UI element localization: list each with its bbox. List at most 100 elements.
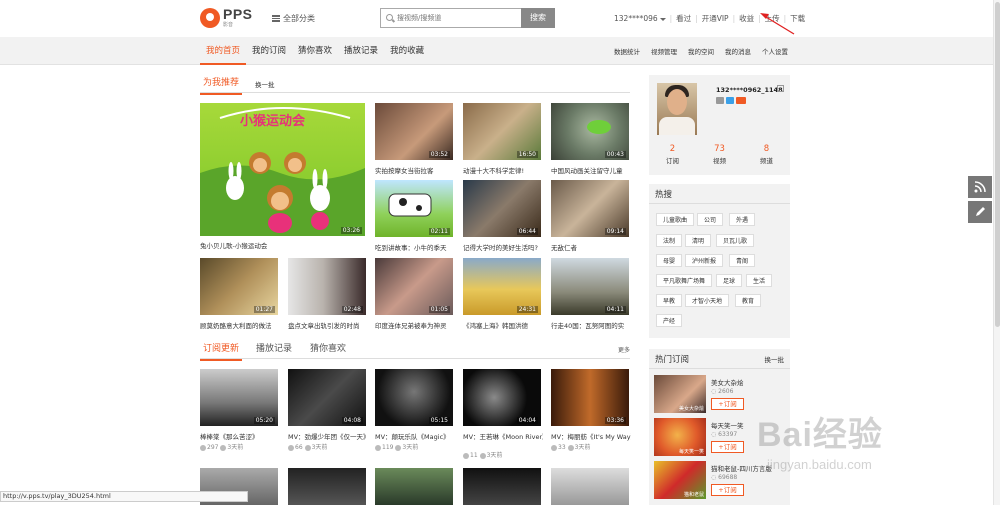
tab-subscription-updates[interactable]: 订阅更新 xyxy=(200,343,243,361)
vip-link[interactable]: 开通VIP xyxy=(702,13,729,24)
change-batch-button[interactable]: 换一批 xyxy=(765,354,785,364)
video-thumb[interactable]: 06:44 xyxy=(463,180,541,237)
video-caption[interactable]: 中国风动画关注留守儿童 xyxy=(551,165,631,175)
featured-video-thumb[interactable]: 小猴运动会 03:26 xyxy=(200,103,365,236)
hot-tag[interactable]: 贝瓦儿歌 xyxy=(716,234,755,247)
video-caption[interactable]: 印度连体兄弟被奉为神灵 xyxy=(375,320,455,330)
avatar[interactable] xyxy=(657,83,697,135)
cartoon-art: 小猴运动会 xyxy=(200,107,365,236)
all-categories-button[interactable]: 全部分类 xyxy=(272,13,315,24)
earnings-link[interactable]: 收益 xyxy=(739,13,754,24)
data-stats-link[interactable]: 数据统计 xyxy=(614,46,640,56)
my-space-link[interactable]: 我的空间 xyxy=(688,46,714,56)
edit-icon[interactable] xyxy=(777,85,784,92)
tab-guess-you-like[interactable]: 猜你喜欢 xyxy=(292,37,338,65)
hot-tag[interactable]: 平凡歌舞广场舞 xyxy=(656,274,713,287)
video-caption[interactable]: MV：颠玩乐队《Magic》 xyxy=(375,431,455,441)
subscription-name[interactable]: 猫和老鼠-四川方言版 xyxy=(711,463,772,473)
video-thumb[interactable] xyxy=(551,468,629,505)
hot-tag[interactable]: 法制 xyxy=(656,234,683,247)
hot-tag[interactable]: 外遇 xyxy=(729,213,756,226)
hot-tag[interactable]: 足球 xyxy=(716,274,743,287)
my-messages-link[interactable]: 我的消息 xyxy=(725,46,751,56)
video-thumb[interactable]: 02:48 xyxy=(288,258,366,315)
video-thumb[interactable]: 09:14 xyxy=(551,180,629,237)
video-thumb[interactable]: 03:36 xyxy=(551,369,629,426)
subscribe-button[interactable]: +订阅 xyxy=(711,398,744,410)
tab-guess-like[interactable]: 猜你喜欢 xyxy=(310,343,346,356)
video-thumb[interactable]: 04:04 xyxy=(463,369,541,426)
video-thumb[interactable]: 04:08 xyxy=(288,369,366,426)
refresh-button[interactable]: 换一批 xyxy=(255,79,275,89)
hot-tag[interactable]: 公司 xyxy=(697,213,724,226)
video-caption[interactable]: 棒棒棠《那么苦涩》 xyxy=(200,431,280,441)
hot-tag[interactable]: 教育 xyxy=(735,294,762,307)
video-caption[interactable]: 无敌仁者 xyxy=(551,242,631,252)
video-thumb[interactable] xyxy=(463,468,541,505)
video-thumb[interactable]: 16:50 xyxy=(463,103,541,160)
subscription-name[interactable]: 美女大杂烩 xyxy=(711,377,744,387)
settings-link[interactable]: 个人设置 xyxy=(762,46,788,56)
more-link[interactable]: 更多 xyxy=(618,345,630,354)
video-caption[interactable]: 动漫十大不科学定律! xyxy=(463,165,543,175)
video-caption[interactable]: 实拍按摩女当街拉客 xyxy=(375,165,455,175)
hot-tag[interactable]: 才智小天地 xyxy=(685,294,730,307)
stat-subscriptions[interactable]: 2 订阅 xyxy=(649,144,696,165)
video-caption[interactable]: MV：劲爆少年团《仅一天》 xyxy=(288,431,368,441)
video-thumb[interactable]: 01:05 xyxy=(375,258,453,315)
hot-tag[interactable]: 儿童歌曲 xyxy=(656,213,695,226)
video-caption[interactable]: 记得大学时的美好生活吗? xyxy=(463,242,543,252)
feedback-button[interactable] xyxy=(968,201,992,223)
video-thumb[interactable]: 03:52 xyxy=(375,103,453,160)
video-caption[interactable]: 吃到讲故事：小牛的季天 xyxy=(375,242,455,252)
pps-logo[interactable]: PPS 影音 xyxy=(200,7,260,29)
video-thumb[interactable] xyxy=(288,468,366,505)
profile-username[interactable]: 132****0962_1148 xyxy=(716,86,783,94)
video-caption[interactable]: 盘点文章出轨引发的时尚 xyxy=(288,320,368,330)
video-thumb[interactable]: 24:31 xyxy=(463,258,541,315)
history-link[interactable]: 看过 xyxy=(676,13,691,24)
tab-play-records[interactable]: 播放记录 xyxy=(256,343,292,356)
user-menu[interactable]: 132****096 xyxy=(614,14,666,23)
tab-play-history[interactable]: 播放记录 xyxy=(338,37,384,65)
subscribe-button[interactable]: +订阅 xyxy=(711,441,744,453)
video-thumb[interactable]: 00:43 xyxy=(551,103,629,160)
video-thumb[interactable] xyxy=(375,468,453,505)
subscription-thumb[interactable]: 猫和老鼠 xyxy=(654,461,706,499)
tab-my-favorites[interactable]: 我的收藏 xyxy=(384,37,430,65)
subscribe-button[interactable]: +订阅 xyxy=(711,484,744,496)
hot-tag[interactable]: 青阁 xyxy=(729,254,756,267)
search-button[interactable]: 搜索 xyxy=(521,8,555,28)
stat-channels[interactable]: 8 频道 xyxy=(743,144,790,165)
video-thumb[interactable]: 04:11 xyxy=(551,258,629,315)
video-caption[interactable]: MV：梅丽舫《It's My Way》 xyxy=(551,431,631,441)
video-thumb[interactable]: 05:15 xyxy=(375,369,453,426)
search-input[interactable] xyxy=(397,12,517,24)
rss-button[interactable] xyxy=(968,176,992,198)
video-thumb[interactable]: 05:20 xyxy=(200,369,278,426)
video-manage-link[interactable]: 视频管理 xyxy=(651,46,677,56)
video-caption[interactable]: MV：王若琳《Moon River》 xyxy=(463,431,543,441)
featured-video-caption[interactable]: 兔小贝儿歌-小猴运动会 xyxy=(200,240,365,250)
subscription-thumb[interactable]: 美女大杂烩 xyxy=(654,375,706,413)
video-thumb[interactable]: 02:11 xyxy=(375,180,453,237)
subscription-name[interactable]: 每天笑一笑 xyxy=(711,420,744,430)
tab-my-subscriptions[interactable]: 我的订阅 xyxy=(246,37,292,65)
subscription-thumb[interactable]: 每天笑一笑 xyxy=(654,418,706,456)
hot-tag[interactable]: 母婴 xyxy=(656,254,683,267)
video-caption[interactable]: 《鸿塞上海》韩国洪德 xyxy=(463,320,543,330)
hot-tag[interactable]: 清明 xyxy=(685,234,712,247)
diamond-badge-icon xyxy=(726,97,734,104)
video-caption[interactable]: 行走40国：瓦努阿图的实 xyxy=(551,320,631,330)
hot-tag[interactable]: 早教 xyxy=(656,294,683,307)
hot-tag[interactable]: 泸州新报 xyxy=(685,254,724,267)
vertical-scrollbar[interactable] xyxy=(993,0,1000,505)
stat-videos[interactable]: 73 视频 xyxy=(696,144,743,165)
hot-tag[interactable]: 生活 xyxy=(746,274,773,287)
tab-my-home[interactable]: 我的首页 xyxy=(200,37,247,65)
video-caption[interactable]: 顾莫奶酪意大利面的做法 xyxy=(200,320,280,330)
duration-label: 04:11 xyxy=(604,306,626,313)
video-thumb[interactable]: 01:27 xyxy=(200,258,278,315)
hot-tag[interactable]: 产经 xyxy=(656,314,683,327)
scrollbar-thumb[interactable] xyxy=(995,2,1000,327)
